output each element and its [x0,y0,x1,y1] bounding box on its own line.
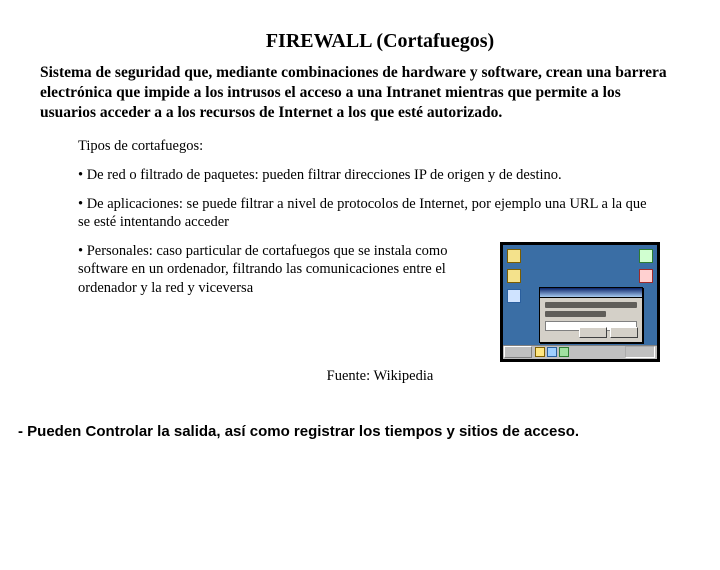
dialog-window [539,287,643,343]
taskbar [503,345,657,359]
intro-paragraph: Sistema de seguridad que, mediante combi… [40,63,680,123]
type-item: • De aplicaciones: se puede filtrar a ni… [78,195,660,232]
type-item: • Personales: caso particular de cortafu… [78,242,500,298]
types-heading: Tipos de cortafuegos: [78,137,660,156]
footer-note: - Pueden Controlar la salida, así como r… [18,423,702,440]
page-title: FIREWALL (Cortafuegos) [0,30,720,53]
firewall-screenshot [500,242,660,362]
type-item: • De red o filtrado de paquetes: pueden … [78,166,660,185]
taskbar-clock [625,346,655,358]
start-button [504,346,532,358]
types-section: Tipos de cortafuegos: • De red o filtrad… [78,137,660,361]
source-line: Fuente: Wikipedia [0,368,720,385]
dialog-ok-button [579,327,607,338]
dialog-cancel-button [610,327,638,338]
